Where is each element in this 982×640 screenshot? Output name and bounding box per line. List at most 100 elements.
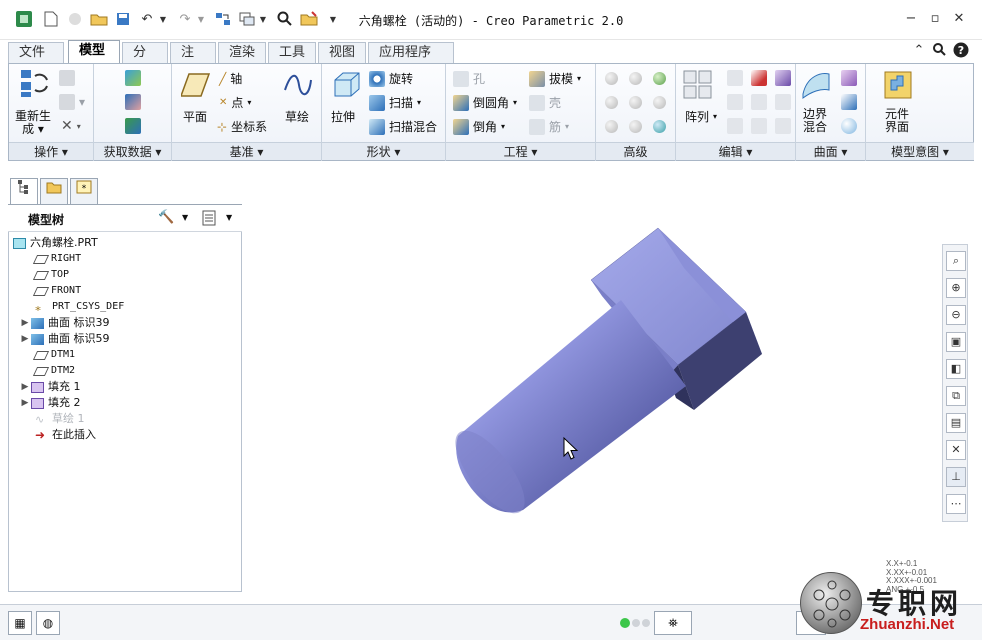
intersect-icon[interactable] [775,94,791,110]
group-get-data[interactable]: 获取数据 ▾ [94,142,171,160]
mirror-icon[interactable] [727,70,743,86]
datum-display-icon[interactable]: ✕ [946,440,966,460]
tab-applications[interactable]: 应用程序 [368,42,454,64]
group-operations[interactable]: 操作 ▾ [9,142,93,160]
style-icon[interactable] [841,94,857,110]
component-interface-button[interactable]: 元件 界面 [885,108,909,134]
folder-browser-tab-icon[interactable] [40,178,68,204]
show-browser-icon[interactable]: ◍ [36,611,60,635]
tree-item-fill-2[interactable]: ▶ 填充 2 [19,395,81,411]
tree-show-icon[interactable] [202,210,216,229]
tree-item-sketch-1[interactable]: ∿ 草绘 1 [35,411,85,427]
advanced-tool-4-icon[interactable] [605,96,618,109]
axis-button[interactable]: ╱ 轴 [219,70,242,87]
repaint-icon[interactable]: ▣ [946,332,966,352]
advanced-tool-7-icon[interactable] [605,120,618,133]
tree-item-right[interactable]: RIGHT [32,251,81,267]
sweep-button[interactable]: 扫描 ▾ [369,94,421,111]
favorites-tab-icon[interactable]: * [70,178,98,204]
solidify-icon[interactable] [775,118,791,134]
revolve-button[interactable]: 旋转 [369,70,413,87]
minimize-ribbon-icon[interactable]: ⌃ [910,42,928,60]
shell-button[interactable]: 壳 [529,94,561,111]
boundary-blend-button[interactable]: 边界 混合 [803,108,827,134]
freestyle-icon[interactable] [841,70,857,86]
tab-view[interactable]: 视图 [318,42,366,64]
extrude-button[interactable]: 拉伸 [331,108,355,125]
swept-blend-button[interactable]: 扫描混合 [369,118,437,135]
tree-item-csys[interactable]: ⁎ PRT_CSYS_DEF [35,299,124,315]
group-surfaces[interactable]: 曲面 ▾ [796,142,865,160]
advanced-tool-6-icon[interactable] [653,96,666,109]
expand-icon[interactable]: ▶ [19,395,31,411]
draft-button[interactable]: 拔模 ▾ [529,70,581,87]
paste-icon[interactable]: ▾ [59,94,85,110]
tree-item-surface-39[interactable]: ▶ 曲面 标识39 [19,315,110,331]
bolt-model[interactable] [246,168,968,602]
copy-geometry-icon[interactable] [125,94,141,110]
spin-center-icon[interactable]: ⊥ [946,467,966,487]
group-engineering[interactable]: 工程 ▾ [446,142,595,160]
find-icon[interactable]: ⛯ [654,611,692,635]
hole-button[interactable]: 孔 [453,70,485,87]
copy-icon[interactable] [59,70,75,86]
shrinkwrap-icon[interactable] [125,118,141,134]
extend-icon[interactable] [751,94,767,110]
tree-item-fill-1[interactable]: ▶ 填充 1 [19,379,81,395]
close-icon[interactable]: ✕ [950,10,968,28]
project-icon[interactable] [727,118,743,134]
zoom-in-icon[interactable]: ⊕ [946,278,966,298]
tab-analysis[interactable]: 分析 [122,42,168,80]
tree-item-dtm1[interactable]: DTM1 [32,347,75,363]
annotation-display-icon[interactable]: ⋯ [946,494,966,514]
zoom-out-icon[interactable]: ⊖ [946,305,966,325]
expand-icon[interactable]: ▶ [19,331,31,347]
rib-button[interactable]: 筋 ▾ [529,118,569,135]
offset-icon[interactable] [775,70,791,86]
advanced-tool-3-icon[interactable] [653,72,666,85]
expand-icon[interactable]: ▶ [19,315,31,331]
ribbon-search-icon[interactable] [930,42,948,60]
user-defined-feature-icon[interactable] [125,70,141,86]
tab-model[interactable]: 模型 [68,40,120,64]
advanced-tool-9-icon[interactable] [653,120,666,133]
pattern-button[interactable]: 阵列 ▾ [685,108,717,125]
help-icon[interactable]: ? [952,42,970,60]
tab-file[interactable]: 文件 ▾ [8,42,64,80]
tab-render[interactable]: 渲染 [218,42,266,64]
group-shapes[interactable]: 形状 ▾ [322,142,445,160]
trim-icon[interactable] [727,94,743,110]
maximize-icon[interactable]: ▫ [926,10,944,28]
tree-item-front[interactable]: FRONT [32,283,81,299]
tree-item-surface-59[interactable]: ▶ 曲面 标识59 [19,331,110,347]
tree-item-top[interactable]: TOP [32,267,69,283]
saved-orientations-icon[interactable]: ⧉ [946,386,966,406]
sphere-surface-icon[interactable] [841,118,857,134]
display-style-icon[interactable]: ◧ [946,359,966,379]
graphics-window[interactable]: X.X+-0.1 X.XX+-0.01 X.XXX+-0.001 ANG.+-0… [246,168,968,602]
chamfer-button[interactable]: 倒角 ▾ [453,118,505,135]
model-tree-tab-icon[interactable] [10,178,38,204]
group-editing[interactable]: 编辑 ▾ [676,142,795,160]
tree-settings-dropdown-icon[interactable]: ▼ [182,213,188,222]
regenerate-button[interactable]: 重新生成 ▾ [15,110,51,136]
tree-item-part[interactable]: 六角螺栓.PRT [13,235,98,251]
show-navigator-icon[interactable]: ▦ [8,611,32,635]
tree-item-dtm2[interactable]: DTM2 [32,363,75,379]
advanced-tool-1-icon[interactable] [605,72,618,85]
csys-button[interactable]: ⊹ 坐标系 [217,118,267,135]
refit-icon[interactable]: ⌕ [946,251,966,271]
advanced-tool-2-icon[interactable] [629,72,642,85]
thicken-icon[interactable] [751,118,767,134]
group-model-intent[interactable]: 模型意图 ▾ [866,142,974,160]
advanced-tool-5-icon[interactable] [629,96,642,109]
advanced-tool-8-icon[interactable] [629,120,642,133]
tree-show-dropdown-icon[interactable]: ▼ [226,213,232,222]
delete-icon[interactable]: ✕ ▾ [61,118,81,134]
tree-item-insert-here[interactable]: ➜ 在此插入 [35,427,96,443]
group-advanced[interactable]: 高级 [596,142,675,160]
view-manager-icon[interactable]: ▤ [946,413,966,433]
sketch-button[interactable]: 草绘 [285,108,309,125]
expand-icon[interactable]: ▶ [19,379,31,395]
minimize-icon[interactable]: − [902,10,920,28]
